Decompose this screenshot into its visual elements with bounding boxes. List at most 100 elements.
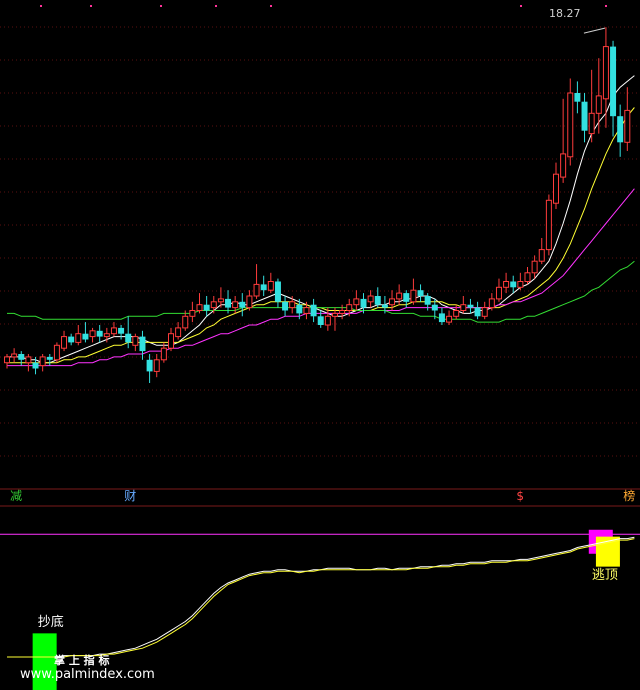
candle xyxy=(139,330,146,360)
candle xyxy=(495,278,502,302)
candle-body xyxy=(424,296,431,305)
candle-body xyxy=(274,281,281,302)
candle xyxy=(167,327,174,352)
candle xyxy=(374,287,381,308)
candlesticks xyxy=(4,27,631,383)
top-tick-dot xyxy=(520,5,522,7)
candle-body xyxy=(495,286,502,300)
candle xyxy=(118,325,125,340)
candle xyxy=(260,275,267,296)
candle-body xyxy=(118,327,125,334)
candle-body xyxy=(239,301,246,308)
candle xyxy=(189,301,196,323)
top-tick-dot xyxy=(40,5,42,7)
candle xyxy=(538,238,545,265)
candle xyxy=(246,290,253,311)
candle-body xyxy=(289,301,296,309)
stock-chart: 减 财 $ 榜 抄底 逃顶 18.27 掌 上 指 标 www.palmindex.co… xyxy=(0,5,640,690)
candle-body xyxy=(581,101,588,131)
candle-body xyxy=(324,315,331,326)
candle xyxy=(588,69,595,143)
candle xyxy=(617,104,624,157)
top-tick-dot xyxy=(90,5,92,7)
candle-body xyxy=(474,307,481,317)
candle xyxy=(310,298,317,323)
candle-body xyxy=(253,283,260,297)
candle xyxy=(503,272,510,294)
candle-body xyxy=(374,296,381,305)
candle-body xyxy=(232,301,239,309)
candle xyxy=(324,307,331,331)
candle xyxy=(545,194,552,256)
candle xyxy=(553,162,560,209)
candle xyxy=(602,27,609,128)
candle xyxy=(96,325,103,343)
candle-body xyxy=(203,304,210,311)
candle-body xyxy=(517,281,524,288)
candle-body xyxy=(296,304,303,314)
candle-body xyxy=(545,199,552,251)
candle-body xyxy=(75,333,82,343)
candle-body xyxy=(531,260,538,274)
candle-body xyxy=(96,330,103,337)
candle-body xyxy=(39,356,46,367)
candle-body xyxy=(46,356,53,360)
candle-body xyxy=(610,46,617,117)
candle xyxy=(82,322,89,343)
candle-body xyxy=(89,330,96,338)
candle-body xyxy=(146,359,153,372)
candle-body xyxy=(246,295,253,309)
candle-body xyxy=(196,304,203,312)
candle xyxy=(610,40,617,137)
candle xyxy=(567,78,574,166)
candle-body xyxy=(560,153,567,178)
candle xyxy=(274,278,281,308)
candle xyxy=(25,354,32,372)
candle xyxy=(132,333,139,352)
candle xyxy=(474,301,481,320)
candle xyxy=(417,284,424,302)
indicator-label: 逃顶 xyxy=(592,568,618,583)
candle-body xyxy=(467,304,474,308)
candle-body xyxy=(25,356,32,364)
candle xyxy=(153,354,160,378)
candle xyxy=(89,327,96,343)
candle-body xyxy=(217,298,224,303)
candle xyxy=(574,81,581,114)
candle-body xyxy=(453,310,460,317)
candle xyxy=(438,307,445,325)
candle-body xyxy=(260,284,267,291)
candle-body xyxy=(488,298,495,309)
high-price-arrow xyxy=(583,27,606,34)
candle-body xyxy=(339,310,346,314)
candle xyxy=(531,255,538,279)
top-tick-dot xyxy=(270,5,272,7)
candle-body xyxy=(310,304,317,317)
candle xyxy=(560,98,567,183)
top-tick-dot xyxy=(215,5,217,7)
candle-body xyxy=(574,93,581,102)
candle-body xyxy=(381,304,388,308)
signal-label: 财 xyxy=(124,489,136,503)
candle xyxy=(11,348,18,363)
candle xyxy=(282,296,289,317)
candle xyxy=(624,87,631,151)
candle xyxy=(367,290,374,308)
candle-body xyxy=(460,304,467,312)
candle-body xyxy=(346,304,353,312)
candle-body xyxy=(53,344,60,361)
candle xyxy=(517,272,524,291)
candle xyxy=(446,310,453,325)
candle-body xyxy=(225,298,232,308)
candle-body xyxy=(61,336,68,349)
candle-body xyxy=(182,315,189,329)
candle-body xyxy=(132,336,139,346)
watermark-url: www.palmindex.com xyxy=(20,667,155,682)
candle-body xyxy=(317,316,324,325)
candle xyxy=(146,354,153,383)
candle xyxy=(267,272,274,294)
candle-body xyxy=(503,281,510,288)
candle-body xyxy=(617,116,624,143)
candle-body xyxy=(160,347,167,361)
indicator-label: 抄底 xyxy=(38,614,64,630)
